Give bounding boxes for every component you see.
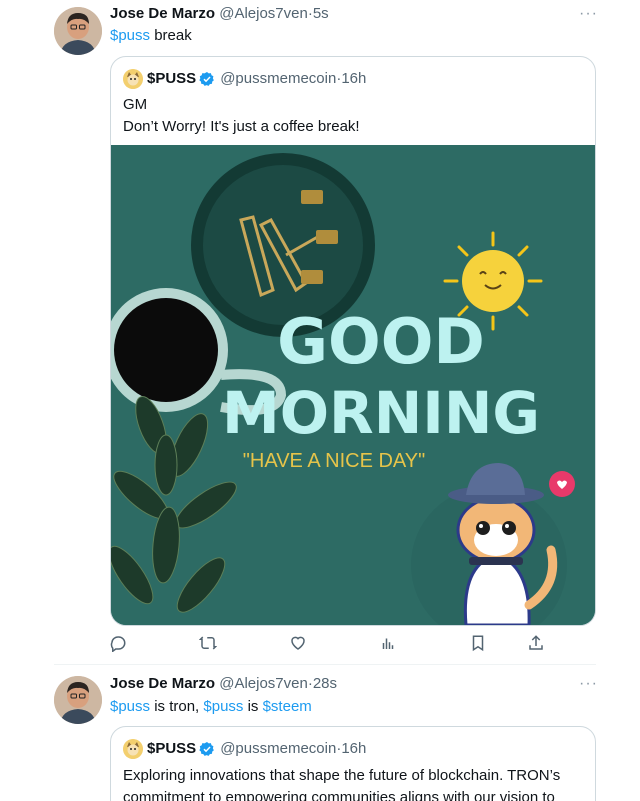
cashtag-link[interactable]: $steem: [263, 698, 312, 715]
tweet-actions: [110, 633, 550, 653]
repost-icon[interactable]: [198, 633, 218, 653]
quote-timestamp[interactable]: 16h: [341, 739, 366, 759]
tweet-header: Jose De Marzo @Alejos7ven·5s: [110, 4, 329, 24]
quote-author-handle[interactable]: @pussmemecoin: [220, 739, 336, 759]
author-name[interactable]: Jose De Marzo: [110, 675, 215, 692]
tweet-text-segment: break: [150, 27, 192, 44]
cashtag-link[interactable]: $puss: [203, 698, 243, 715]
more-options-icon[interactable]: ···: [579, 676, 598, 692]
bookmark-icon[interactable]: [468, 633, 488, 653]
more-options-icon[interactable]: ···: [579, 6, 598, 22]
quote-header: $PUSS @pussmemecoin · 16h: [123, 739, 366, 759]
quote-author-handle[interactable]: @pussmemecoin: [220, 69, 336, 89]
share-icon[interactable]: [526, 633, 546, 653]
tweet-text-segment: is: [243, 698, 263, 715]
image-headline-1: GOOD: [277, 305, 485, 378]
avatar[interactable]: [54, 7, 102, 55]
author-handle[interactable]: @Alejos7ven: [219, 675, 308, 692]
quote-timestamp[interactable]: 16h: [341, 69, 366, 89]
quote-text-line: Exploring innovations that shape the fut…: [123, 767, 561, 784]
tweet-text-segment: is tron,: [150, 698, 204, 715]
views-icon[interactable]: [378, 633, 398, 653]
quoted-tweet[interactable]: $PUSS @pussmemecoin · 16h Exploring innova…: [110, 726, 596, 801]
tweet-1[interactable]: Jose De Marzo @Alejos7ven·5s ··· $puss b…: [0, 0, 640, 664]
author-handle[interactable]: @Alejos7ven: [219, 5, 308, 22]
cashtag-link[interactable]: $puss: [110, 27, 150, 44]
tweet-text: $puss is tron, $puss is $steem: [110, 697, 312, 717]
tweet-2[interactable]: Jose De Marzo @Alejos7ven·28s ··· $puss …: [0, 665, 640, 801]
like-icon[interactable]: [288, 633, 308, 653]
reply-icon[interactable]: [108, 633, 128, 653]
quote-author-name[interactable]: $PUSS: [147, 739, 196, 759]
timestamp[interactable]: 28s: [313, 675, 337, 692]
verified-badge-icon: [199, 71, 215, 87]
cashtag-link[interactable]: $puss: [110, 698, 150, 715]
tweet-text: $puss break: [110, 26, 192, 46]
quote-avatar[interactable]: [123, 739, 143, 759]
quote-text-line: GM: [123, 96, 148, 113]
quoted-tweet[interactable]: $PUSS @pussmemecoin · 16h GM Don’t Worry! …: [110, 56, 596, 626]
author-name[interactable]: Jose De Marzo: [110, 5, 215, 22]
image-tagline: "HAVE A NICE DAY": [243, 450, 425, 472]
quote-text-line: commitment to empowering communities ali…: [123, 789, 555, 801]
quote-avatar[interactable]: [123, 69, 143, 89]
quote-media-image[interactable]: GOOD MORNING "HAVE A NICE DAY": [111, 145, 595, 625]
quote-author-name[interactable]: $PUSS: [147, 69, 196, 89]
verified-badge-icon: [199, 741, 215, 757]
tweet-header: Jose De Marzo @Alejos7ven·28s: [110, 674, 337, 694]
quote-header: $PUSS @pussmemecoin · 16h: [123, 69, 366, 89]
quote-text-line: Don’t Worry! It's just a coffee break!: [123, 118, 360, 135]
image-headline-2: MORNING: [222, 379, 540, 447]
timestamp[interactable]: 5s: [313, 5, 329, 22]
avatar[interactable]: [54, 676, 102, 724]
